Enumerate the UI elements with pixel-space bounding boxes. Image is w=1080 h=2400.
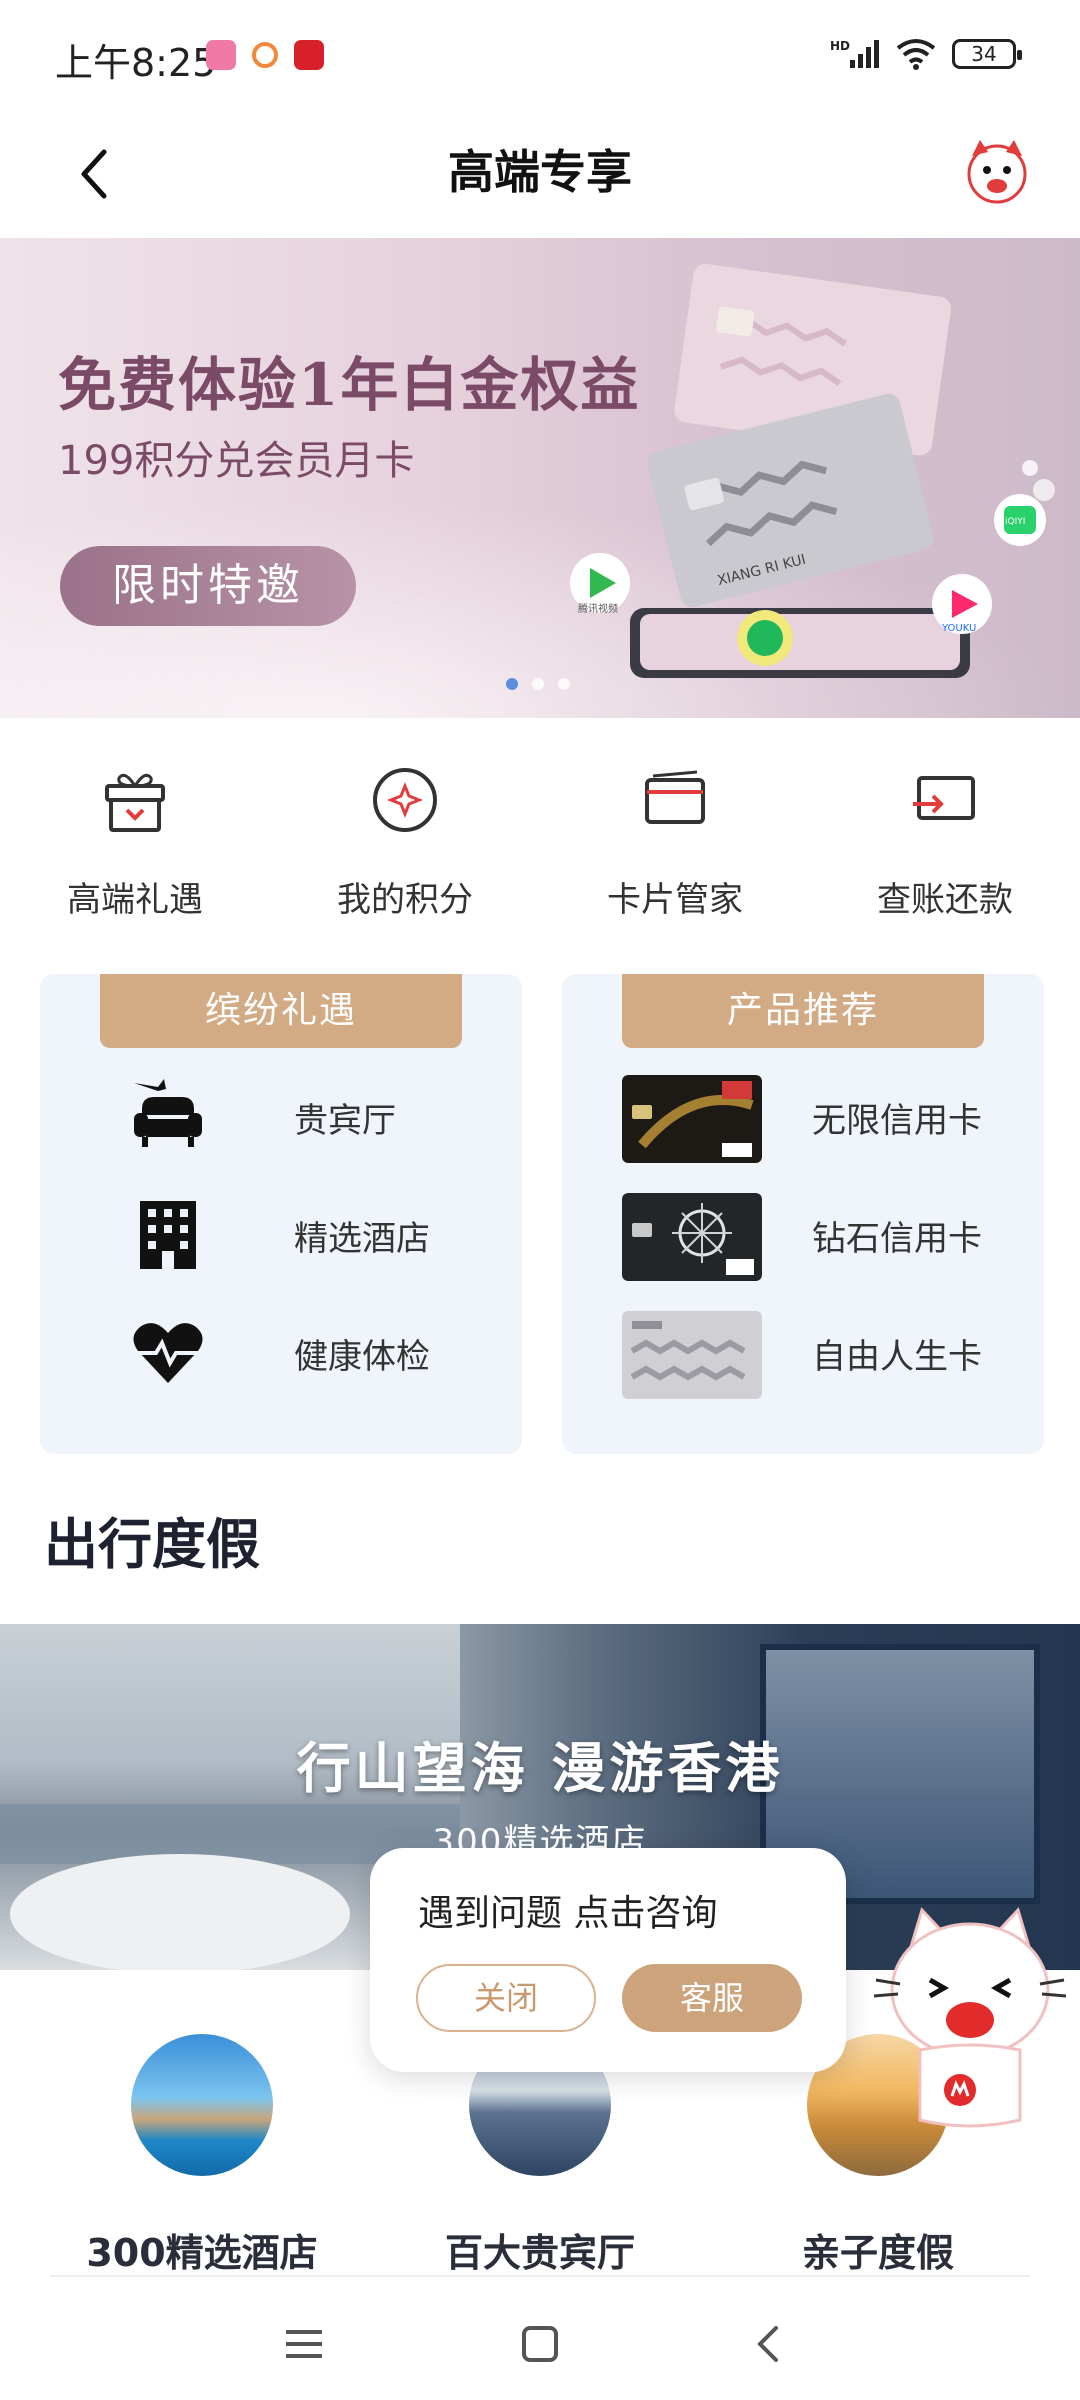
benefit-item-health[interactable]: 健康体检	[40, 1296, 522, 1406]
freedom-card-image	[622, 1311, 762, 1399]
card-wallet-icon	[645, 770, 705, 824]
product-item-unlimited[interactable]: 无限信用卡	[562, 1060, 1044, 1170]
status-app-icons	[206, 40, 324, 70]
product-item-diamond[interactable]: 钻石信用卡	[562, 1178, 1044, 1288]
home-icon[interactable]	[510, 2314, 570, 2374]
banner-title: 免费体验1年白金权益	[58, 351, 641, 419]
points-icon	[373, 768, 437, 832]
hotel-pool-image	[131, 2034, 273, 2176]
system-back-icon[interactable]	[740, 2314, 800, 2374]
gift-icon	[105, 773, 165, 832]
battery-indicator: 34	[952, 39, 1022, 69]
page-title: 高端专享	[448, 145, 632, 199]
travel-banner-table	[10, 1854, 350, 1970]
product-panel-title: 产品推荐	[622, 974, 984, 1048]
benefits-panel-title: 缤纷礼遇	[100, 974, 462, 1048]
menu-icon[interactable]	[274, 2314, 334, 2374]
hotel-icon	[140, 1201, 196, 1269]
help-popup-text: 遇到问题 点击咨询	[418, 1893, 718, 1934]
diamond-card-image	[622, 1193, 762, 1281]
health-check-icon	[133, 1323, 203, 1383]
benefit-item-hotel[interactable]: 精选酒店	[40, 1178, 522, 1288]
travel-section-title: 出行度假	[44, 1513, 260, 1576]
unlimited-card-image	[622, 1075, 762, 1163]
benefit-label: 健康体检	[294, 1337, 430, 1377]
quick-action-label: 我的积分	[337, 880, 473, 920]
screen: 上午8:25 HD 34 高端专享 免费体验1年白金权益 199积分兑会员月卡 …	[0, 0, 1080, 2400]
help-popup: 遇到问题 点击咨询 关闭 客服	[370, 1848, 846, 2072]
quick-action-gift[interactable]: 高端礼遇	[0, 760, 270, 930]
banner-dot-3[interactable]	[558, 678, 570, 690]
tencent-video-label: 腾讯视频	[578, 602, 618, 615]
quick-action-label: 卡片管家	[607, 880, 743, 920]
benefit-item-lounge[interactable]: 贵宾厅	[40, 1060, 522, 1170]
benefits-panel: 缤纷礼遇 贵宾厅 精选酒店 健康体检	[40, 974, 522, 1454]
promo-banner[interactable]: 免费体验1年白金权益 199积分兑会员月卡 限时特邀 XIANG RI KUI	[0, 238, 1080, 718]
product-item-freedom[interactable]: 自由人生卡	[562, 1296, 1044, 1406]
bilibili-icon	[206, 40, 236, 70]
product-label: 自由人生卡	[812, 1337, 982, 1377]
quick-action-bill[interactable]: 查账还款	[810, 760, 1080, 930]
product-label: 无限信用卡	[812, 1101, 982, 1141]
signal-icon: HD	[830, 39, 879, 68]
banner-pagination	[506, 678, 570, 690]
bill-repay-icon	[913, 776, 975, 820]
customer-service-button[interactable]: 客服	[622, 1964, 802, 2032]
benefit-label: 精选酒店	[294, 1219, 430, 1259]
quick-action-label: 高端礼遇	[67, 880, 203, 920]
banner-cards-illustration: XIANG RI KUI 腾讯视频 YOUKU iQIYI	[570, 263, 1055, 678]
close-button[interactable]: 关闭	[416, 1964, 596, 2032]
lounge-icon	[134, 1079, 202, 1147]
benefit-label: 贵宾厅	[294, 1101, 396, 1141]
youku-label: YOUKU	[941, 623, 976, 634]
banner-dot-2[interactable]	[532, 678, 544, 690]
app-notification-icon	[252, 42, 278, 68]
status-right: HD 34	[830, 38, 1022, 70]
quick-action-label: 查账还款	[877, 880, 1013, 920]
quick-actions: 高端礼遇 我的积分 卡片管家 查账还款	[0, 760, 1080, 930]
signal-hd-label: HD	[830, 39, 850, 53]
wifi-icon	[896, 39, 936, 70]
banner-cta-button[interactable]: 限时特邀	[60, 546, 356, 626]
app-red-icon	[294, 40, 324, 70]
divider	[50, 2275, 1030, 2277]
mascot-assistant-icon[interactable]	[870, 1900, 1070, 2140]
product-label: 钻石信用卡	[812, 1219, 982, 1259]
quick-action-card[interactable]: 卡片管家	[540, 760, 810, 930]
status-time: 上午8:25	[55, 41, 217, 85]
status-bar: 上午8:25 HD 34	[0, 0, 1080, 110]
quick-action-points[interactable]: 我的积分	[270, 760, 540, 930]
category-label: 百大贵宾厅	[444, 2231, 635, 2275]
travel-banner-title: 行山望海 漫游香港	[296, 1736, 784, 1800]
nav-bar: 高端专享	[0, 110, 1080, 236]
iqiyi-label: iQIYI	[1005, 517, 1025, 527]
category-label: 300精选酒店	[86, 2231, 318, 2275]
banner-subtitle: 199积分兑会员月卡	[58, 438, 415, 484]
system-navigation-bar	[0, 2290, 1080, 2400]
category-label: 亲子度假	[801, 2231, 954, 2275]
category-hotel[interactable]: 300精选酒店	[32, 2034, 372, 2277]
product-panel: 产品推荐 无限信用卡 钻石信用卡 自由人生卡	[562, 974, 1044, 1454]
banner-dot-1[interactable]	[506, 678, 518, 690]
mascot-avatar-icon[interactable]	[958, 132, 1036, 210]
